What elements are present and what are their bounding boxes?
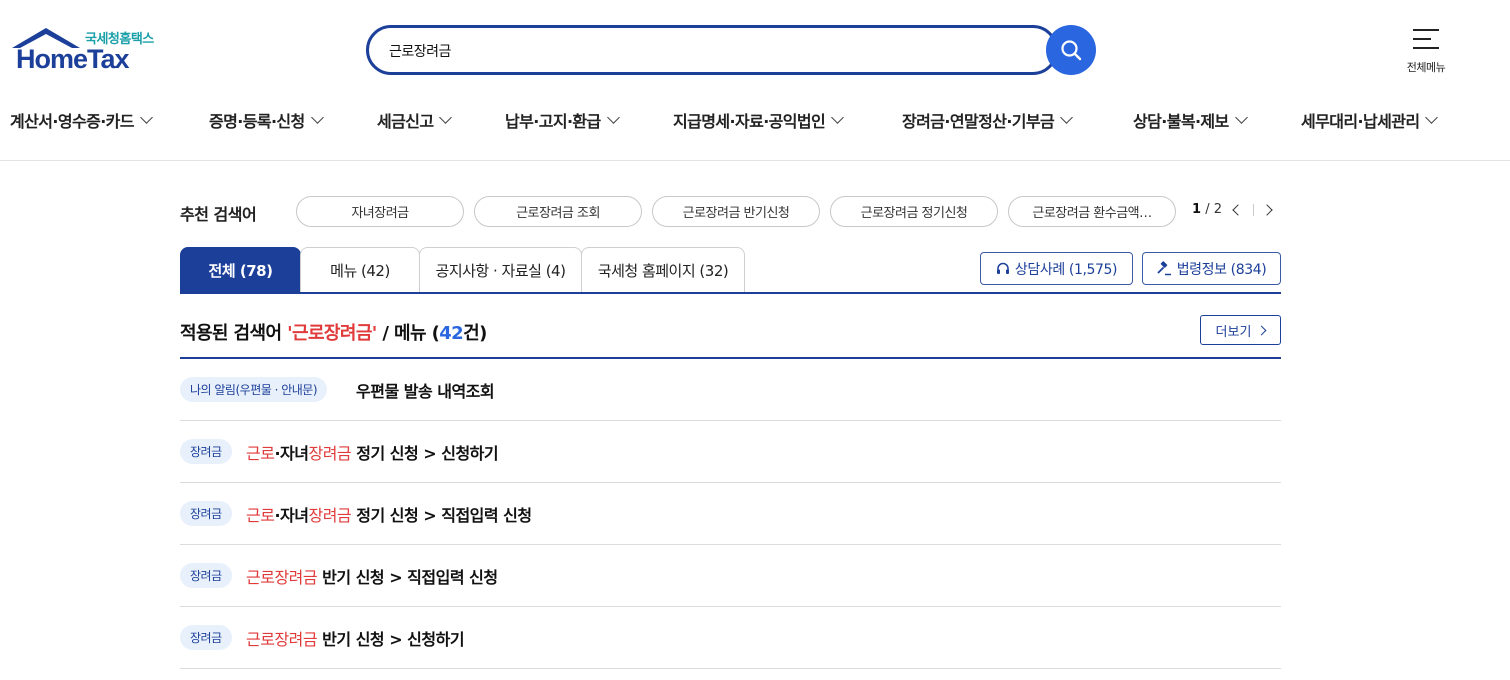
- result-suffix: 건): [463, 323, 487, 344]
- hometax-logo[interactable]: 국세청홈택스 HomeTax: [10, 26, 162, 76]
- chevron-down-icon: [310, 110, 324, 124]
- category-badge: 장려금: [180, 439, 232, 464]
- chevron-down-icon: [1234, 110, 1248, 124]
- header-divider: [0, 160, 1510, 161]
- prev-page-button[interactable]: [1230, 203, 1244, 217]
- result-highlight: 근로: [246, 444, 275, 463]
- search-input[interactable]: [389, 40, 1029, 62]
- search-button[interactable]: [1046, 25, 1096, 75]
- category-badge: 장려금: [180, 625, 232, 650]
- gnb-label: 증명·등록·신청: [209, 112, 305, 131]
- gnb-item[interactable]: 장려금·연말정산·기부금: [902, 104, 1074, 136]
- pager-divider: [1253, 204, 1254, 216]
- category-badge: 장려금: [180, 563, 232, 588]
- result-text: 정기 신청 > 신청하기: [351, 444, 499, 463]
- gnb-label: 상담·불복·제보: [1133, 112, 1229, 131]
- logo-title: HomeTax: [16, 44, 130, 74]
- all-menu-button[interactable]: 전체메뉴: [1396, 26, 1456, 76]
- recommended-chip[interactable]: 근로장려금 정기신청: [830, 196, 998, 227]
- result-row[interactable]: 장려금 근로·자녀장려금 정기 신청 > 신청하기: [180, 421, 1281, 483]
- result-row[interactable]: 장려금 근로장려금 반기 신청 > 신청하기: [180, 607, 1281, 669]
- next-page-button[interactable]: [1261, 203, 1276, 217]
- result-highlight: 근로: [246, 506, 275, 525]
- recommended-chip[interactable]: 근로장려금 환수금액…: [1008, 196, 1176, 227]
- recommended-title: 추천 검색어: [180, 205, 257, 224]
- recommended-chip[interactable]: 자녀장려금: [296, 196, 464, 227]
- gnb-label: 장려금·연말정산·기부금: [902, 112, 1055, 131]
- gnb-label: 지급명세·자료·공익법인: [673, 112, 826, 131]
- result-middle: / 메뉴 (: [376, 323, 440, 344]
- result-summary: 적용된 검색어 '근로장려금' / 메뉴 (42건): [180, 319, 487, 345]
- result-title[interactable]: 근로·자녀장려금 정기 신청 > 직접입력 신청: [246, 502, 532, 526]
- tab-underline: [180, 292, 1281, 294]
- result-text: 반기 신청 > 직접입력 신청: [317, 568, 498, 587]
- result-title[interactable]: 근로장려금 반기 신청 > 직접입력 신청: [246, 564, 498, 588]
- result-highlight: 근로장려금: [246, 568, 318, 587]
- result-keyword: '근로장려금': [287, 323, 377, 344]
- gnb-item[interactable]: 계산서·영수증·카드: [10, 104, 153, 136]
- result-count: 42: [439, 323, 464, 344]
- result-prefix: 적용된 검색어: [180, 323, 288, 344]
- gnb-label: 계산서·영수증·카드: [10, 112, 135, 131]
- chevron-down-icon: [1060, 110, 1074, 124]
- result-title[interactable]: 근로장려금 반기 신청 > 신청하기: [246, 626, 465, 650]
- chevron-down-icon: [140, 110, 153, 124]
- search-icon: [1061, 40, 1082, 61]
- consult-cases-button[interactable]: 상담사례 (1,575): [980, 252, 1133, 285]
- global-nav: 계산서·영수증·카드 증명·등록·신청 세금신고 납부·고지·환급 지급명세·자…: [0, 104, 1510, 136]
- result-row[interactable]: 나의 알림(우편물 · 안내문) 우편물 발송 내역조회: [180, 359, 1281, 421]
- result-title[interactable]: 우편물 발송 내역조회: [356, 378, 495, 402]
- gnb-label: 세금신고: [377, 112, 434, 131]
- pager-current: 1: [1192, 202, 1202, 217]
- headset-icon: [996, 262, 1009, 274]
- recommended-pager: 1 / 2: [1192, 202, 1222, 217]
- gnb-item[interactable]: 지급명세·자료·공익법인: [673, 104, 845, 136]
- tab-all[interactable]: 전체 (78): [180, 247, 301, 293]
- consult-cases-label: 상담사례 (1,575): [1014, 261, 1118, 278]
- result-row[interactable]: 장려금 근로장려금 반기 신청 > 직접입력 신청: [180, 545, 1281, 607]
- result-text: ·자녀: [274, 506, 309, 525]
- result-row[interactable]: 장려금 근로·자녀장려금 정기 신청 > 직접입력 신청: [180, 483, 1281, 545]
- chevron-left-icon: [1232, 204, 1244, 216]
- tab-menu[interactable]: 메뉴 (42): [300, 247, 420, 293]
- result-text: 우편물 발송 내역조회: [356, 382, 495, 401]
- search-box: [366, 25, 1058, 75]
- recommended-chip[interactable]: 근로장려금 조회: [474, 196, 642, 227]
- gnb-label: 세무대리·납세관리: [1301, 112, 1420, 131]
- law-info-label: 법령정보 (834): [1176, 261, 1267, 278]
- gavel-icon: [1157, 261, 1171, 276]
- chevron-down-icon: [831, 110, 845, 124]
- more-button[interactable]: 더보기: [1200, 315, 1281, 345]
- gnb-item[interactable]: 증명·등록·신청: [209, 104, 324, 136]
- result-title[interactable]: 근로·자녀장려금 정기 신청 > 신청하기: [246, 440, 499, 464]
- gnb-item[interactable]: 세금신고: [377, 104, 453, 136]
- tab-notice[interactable]: 공지사항 · 자료실 (4): [419, 247, 582, 293]
- category-badge: 장려금: [180, 501, 232, 526]
- chevron-down-icon: [1425, 110, 1439, 124]
- category-badge: 나의 알림(우편물 · 안내문): [180, 377, 328, 402]
- result-highlight: 장려금: [308, 444, 352, 463]
- result-text: ·자녀: [274, 444, 309, 463]
- chevron-right-icon: [1256, 325, 1267, 335]
- hamburger-icon: [1413, 28, 1439, 49]
- chevron-right-icon: [1261, 204, 1273, 216]
- result-text: 정기 신청 > 직접입력 신청: [351, 506, 532, 525]
- pager-total: / 2: [1205, 202, 1222, 217]
- result-highlight: 근로장려금: [246, 630, 318, 649]
- all-menu-label: 전체메뉴: [1406, 61, 1446, 74]
- gnb-label: 납부·고지·환급: [505, 112, 601, 131]
- tab-nts-homepage[interactable]: 국세청 홈페이지 (32): [581, 247, 745, 293]
- more-label: 더보기: [1215, 324, 1252, 340]
- result-text: 반기 신청 > 신청하기: [317, 630, 465, 649]
- law-info-button[interactable]: 법령정보 (834): [1142, 252, 1281, 285]
- gnb-item[interactable]: 세무대리·납세관리: [1301, 104, 1439, 136]
- recommended-chip[interactable]: 근로장려금 반기신청: [652, 196, 820, 227]
- result-highlight: 장려금: [308, 506, 352, 525]
- gnb-item[interactable]: 납부·고지·환급: [505, 104, 620, 136]
- chevron-down-icon: [606, 110, 620, 124]
- chevron-down-icon: [439, 110, 453, 124]
- gnb-item[interactable]: 상담·불복·제보: [1133, 104, 1248, 136]
